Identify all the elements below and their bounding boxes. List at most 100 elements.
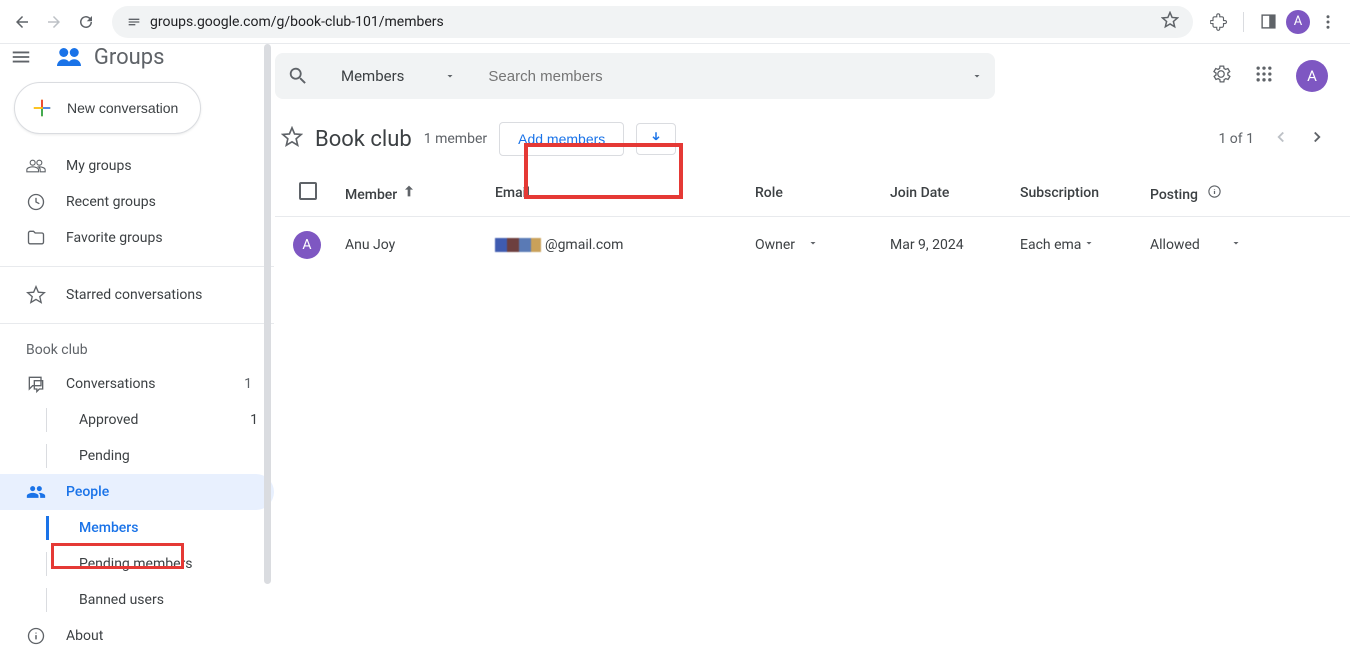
people-icon	[26, 482, 46, 502]
member-avatar: A	[293, 231, 321, 259]
sidebar-scroll-hint	[264, 44, 271, 584]
search-input[interactable]	[464, 68, 963, 85]
pager-next-icon[interactable]	[1308, 128, 1326, 150]
pager-text: 1 of 1	[1218, 131, 1254, 147]
favorite-star-icon[interactable]	[281, 126, 303, 152]
plus-icon	[31, 97, 53, 119]
group-title: Book club	[315, 127, 412, 152]
member-name: Anu Joy	[337, 217, 487, 274]
subscription-dropdown-icon[interactable]	[1083, 237, 1095, 253]
download-icon	[647, 130, 665, 148]
hamburger-menu[interactable]	[0, 46, 42, 68]
divider	[0, 266, 274, 267]
nav-forward-button[interactable]	[40, 8, 68, 36]
nav-back-button[interactable]	[8, 8, 36, 36]
chevron-down-icon	[444, 70, 456, 82]
url-text: groups.google.com/g/book-club-101/member…	[150, 14, 1153, 30]
search-options-dropdown-icon[interactable]	[971, 70, 983, 82]
sidebar-sub-approved[interactable]: Approved 1	[0, 402, 274, 438]
member-role: Owner	[755, 237, 795, 253]
scope-label: Members	[341, 67, 404, 85]
col-role[interactable]: Role	[747, 170, 882, 217]
sidebar-label: Pending members	[46, 552, 193, 576]
col-subscription[interactable]: Subscription	[1012, 170, 1142, 217]
panel-icon[interactable]	[1254, 8, 1282, 36]
conversations-count: 1	[244, 376, 252, 392]
col-email[interactable]: Email	[487, 170, 747, 217]
search-bar: Members	[275, 53, 995, 99]
groups-logo-icon	[54, 44, 84, 70]
sidebar-item-conversations[interactable]: Conversations 1	[0, 366, 274, 402]
extensions-icon[interactable]	[1205, 8, 1233, 36]
members-table: Member Email Role Join Date Subscription…	[275, 170, 1350, 273]
main-content: Members A Book club 1 member Add members…	[275, 44, 1350, 627]
redacted-email-prefix	[495, 238, 541, 252]
sidebar-label: Favorite groups	[66, 230, 163, 246]
pager: 1 of 1	[1218, 128, 1326, 150]
col-posting[interactable]: Posting	[1142, 170, 1350, 217]
sidebar-label: People	[66, 484, 109, 500]
sidebar-sub-pending-members[interactable]: Pending members	[0, 546, 274, 582]
profile-avatar[interactable]: A	[1286, 10, 1310, 34]
divider	[0, 323, 274, 324]
sidebar-item-my-groups[interactable]: My groups	[0, 148, 274, 184]
sidebar-group-label: Book club	[0, 334, 274, 366]
sidebar-label: Starred conversations	[66, 287, 202, 303]
table-row[interactable]: A Anu Joy @gmail.com Owner Mar 9, 2024 E…	[275, 217, 1350, 274]
sidebar-item-people[interactable]: People	[0, 474, 274, 510]
sidebar-sub-banned[interactable]: Banned users	[0, 582, 274, 618]
sidebar-label: Pending	[46, 444, 130, 468]
sidebar-sub-members[interactable]: Members	[0, 510, 274, 546]
col-member[interactable]: Member	[345, 187, 397, 203]
sidebar-item-about[interactable]: About	[0, 618, 274, 654]
nav-reload-button[interactable]	[72, 8, 100, 36]
brand-name: Groups	[94, 45, 165, 70]
role-dropdown-icon[interactable]	[807, 237, 819, 253]
sidebar-label: About	[66, 628, 103, 644]
member-count: 1 member	[424, 131, 487, 147]
pager-prev-icon[interactable]	[1272, 128, 1290, 150]
info-icon	[26, 626, 46, 646]
select-all-checkbox[interactable]	[299, 182, 317, 200]
toolbar-separator	[1243, 12, 1244, 32]
browser-toolbar: groups.google.com/g/book-club-101/member…	[0, 0, 1350, 44]
sidebar-label: Members	[46, 516, 138, 540]
clock-icon	[26, 192, 46, 212]
info-icon[interactable]	[1207, 187, 1222, 203]
sidebar-label: Banned users	[46, 588, 164, 612]
account-avatar[interactable]: A	[1296, 60, 1328, 92]
sort-asc-icon[interactable]	[401, 187, 417, 203]
col-join-date[interactable]: Join Date	[882, 170, 1012, 217]
member-posting: Allowed	[1150, 237, 1200, 253]
site-info-icon	[126, 14, 142, 30]
member-email: @gmail.com	[487, 217, 747, 274]
sidebar-item-starred[interactable]: Starred conversations	[0, 277, 274, 313]
folder-star-icon	[26, 228, 46, 248]
address-bar[interactable]: groups.google.com/g/book-club-101/member…	[112, 6, 1193, 38]
star-icon	[26, 285, 46, 305]
approved-count: 1	[250, 412, 258, 428]
member-subscription: Each ema	[1020, 237, 1081, 253]
sidebar-sub-pending[interactable]: Pending	[0, 438, 274, 474]
new-conversation-button[interactable]: New conversation	[14, 82, 201, 134]
search-scope-dropdown[interactable]: Members	[317, 67, 456, 85]
brand[interactable]: Groups	[54, 44, 252, 70]
groups-icon	[26, 156, 46, 176]
sidebar-label: Conversations	[66, 376, 155, 392]
sidebar-item-favorite-groups[interactable]: Favorite groups	[0, 220, 274, 256]
chat-icon	[26, 374, 46, 394]
posting-dropdown-icon[interactable]	[1230, 237, 1242, 253]
settings-icon[interactable]	[1210, 63, 1232, 89]
add-members-button[interactable]: Add members	[499, 122, 624, 156]
sidebar-item-recent-groups[interactable]: Recent groups	[0, 184, 274, 220]
sidebar-label: Recent groups	[66, 194, 156, 210]
search-icon[interactable]	[287, 65, 309, 87]
sidebar: Groups New conversation My groups Recent…	[0, 44, 275, 627]
bookmark-icon[interactable]	[1161, 11, 1179, 33]
sidebar-label: My groups	[66, 158, 132, 174]
new-conversation-label: New conversation	[67, 100, 178, 116]
sidebar-label: Approved	[46, 408, 138, 432]
export-button[interactable]	[636, 123, 676, 155]
browser-menu-icon[interactable]	[1314, 8, 1342, 36]
apps-grid-icon[interactable]	[1254, 64, 1274, 88]
